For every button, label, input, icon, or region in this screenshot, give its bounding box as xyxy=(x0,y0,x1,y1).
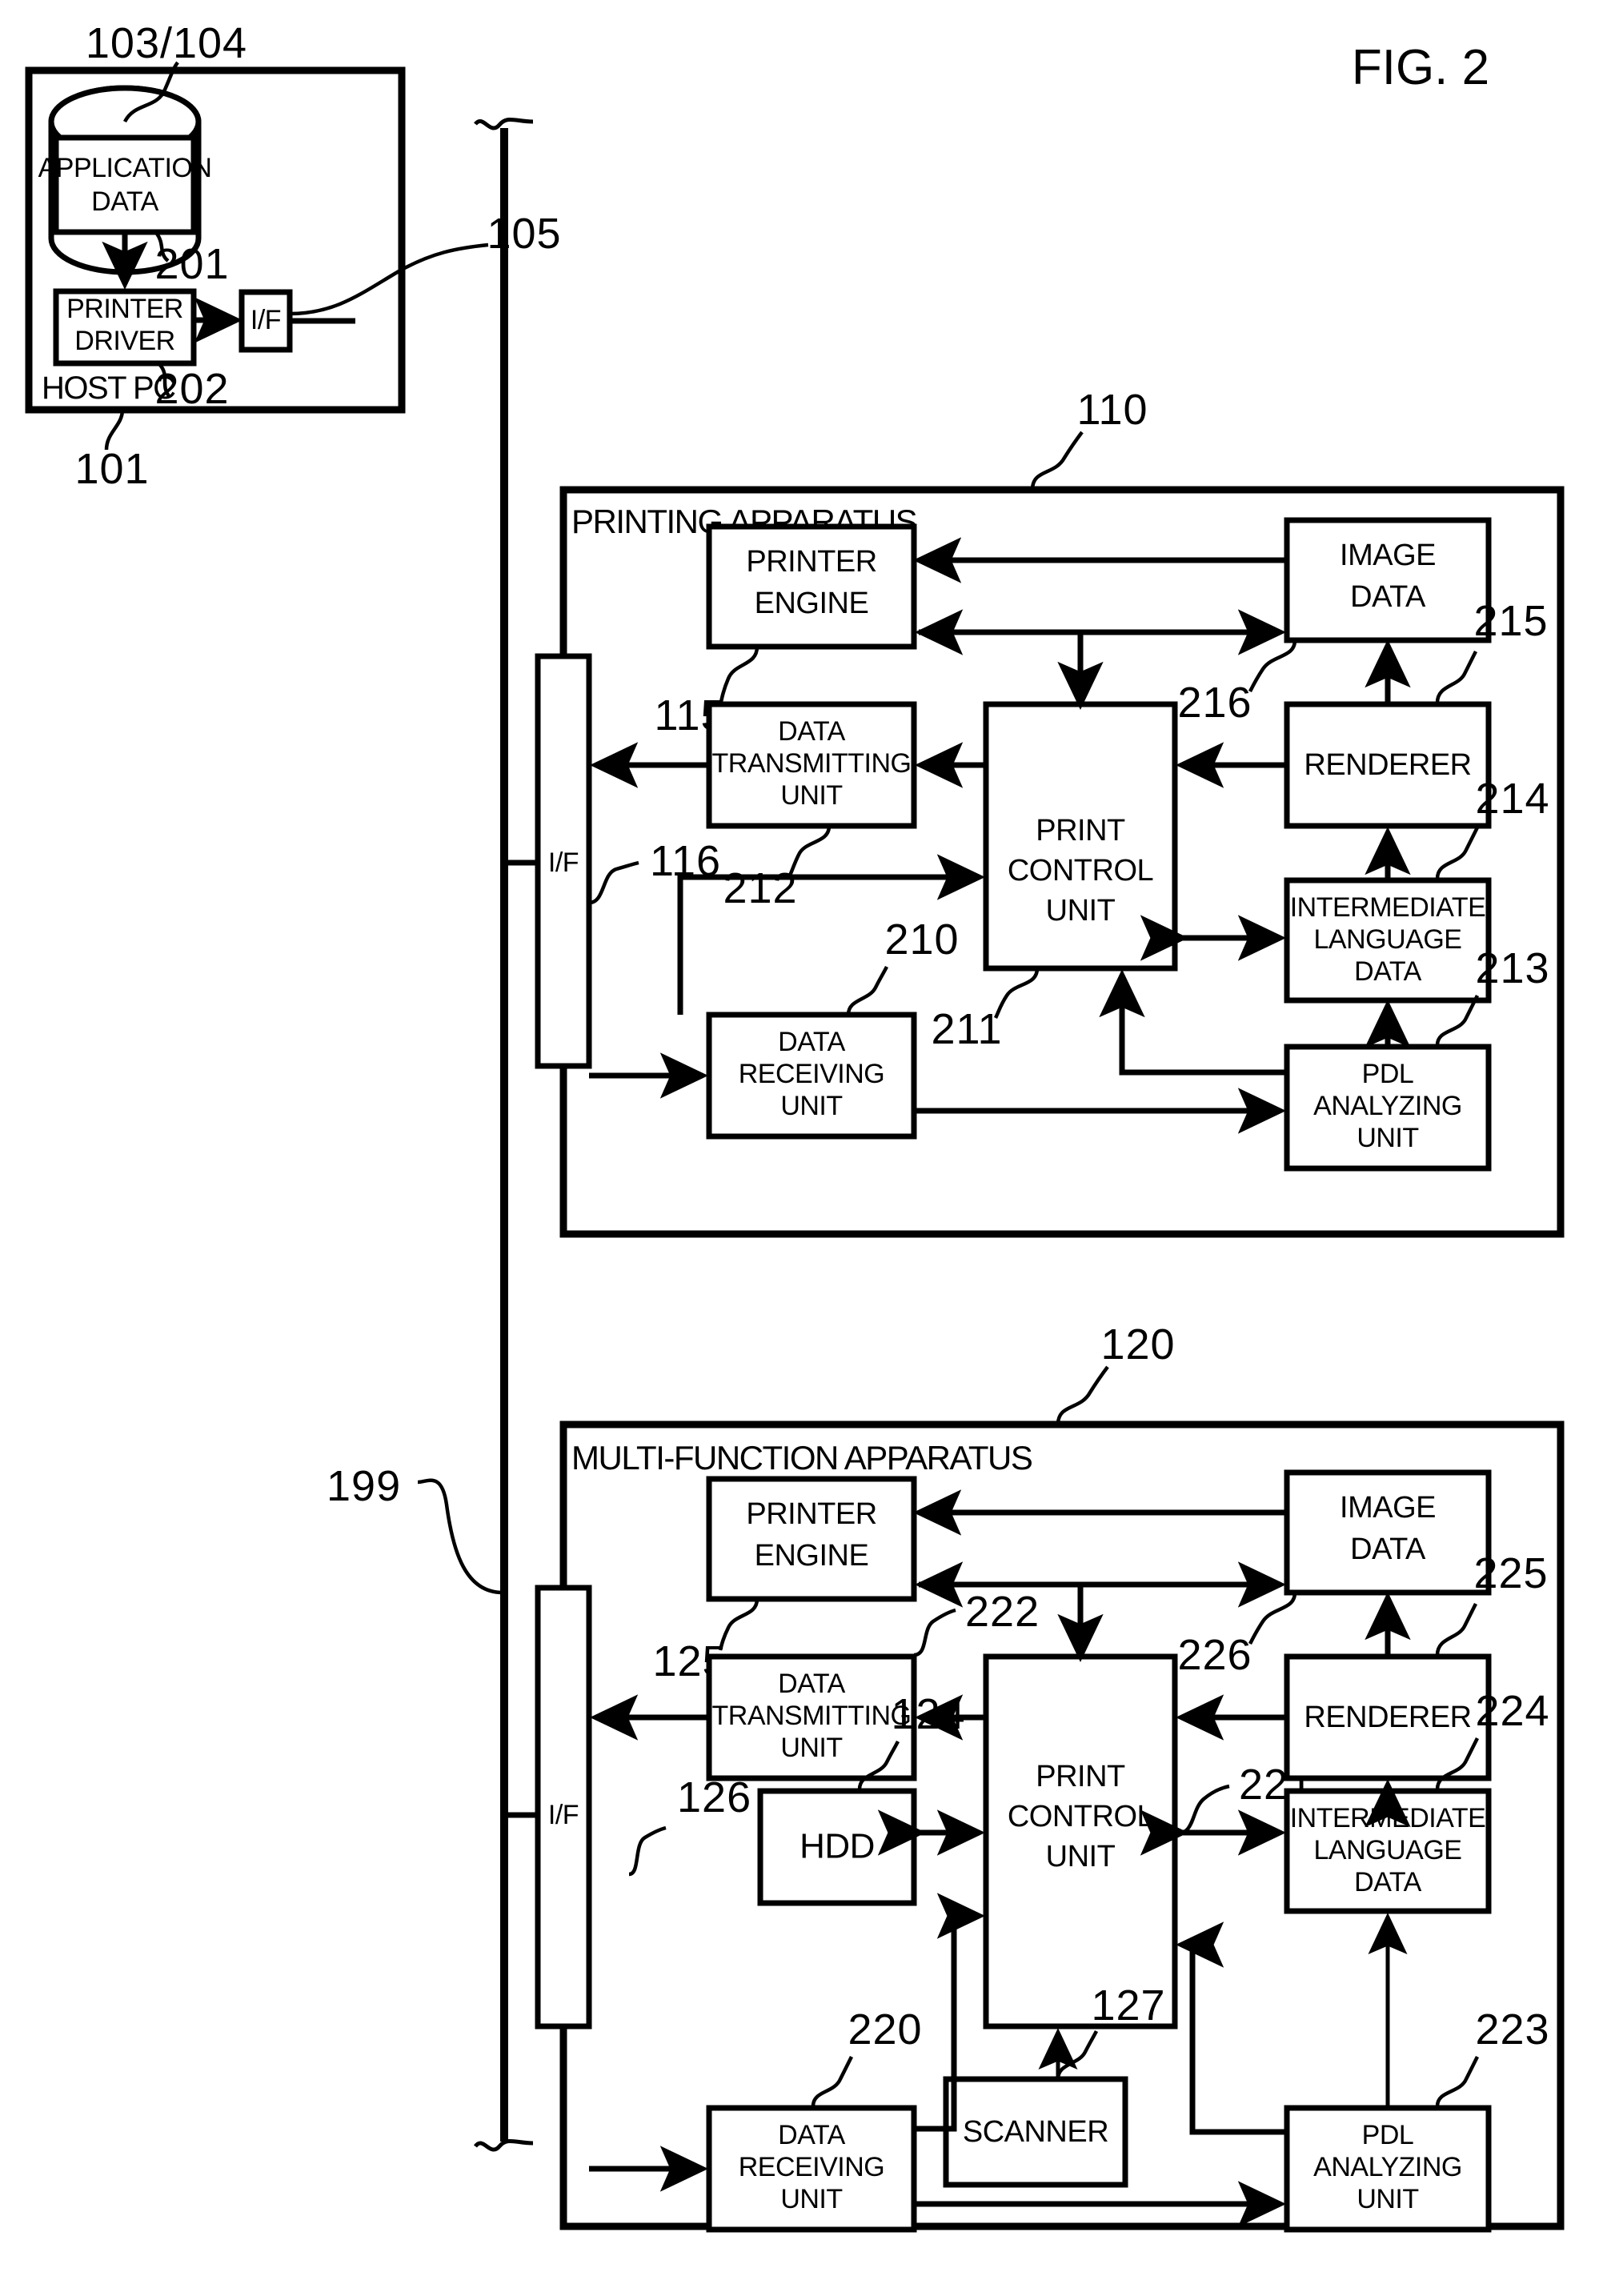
printing-ild-label-line3: DATA xyxy=(1354,956,1421,987)
application-data-ref: 201 xyxy=(154,240,229,288)
printing-data-receiving-unit-label-line3: UNIT xyxy=(780,1091,842,1121)
printing-printer-engine-label-line2: ENGINE xyxy=(755,587,869,620)
printing-data-transmitting-unit-ref: 212 xyxy=(723,864,797,912)
mfp-interface-label: I/F xyxy=(548,1800,579,1830)
mfp-data-transmitting-unit-ref: 222 xyxy=(965,1588,1040,1636)
printing-ild-label-line1: INTERMEDIATE xyxy=(1290,892,1486,923)
mfp-scanner-ref: 127 xyxy=(1091,1981,1165,2030)
printing-renderer-label: RENDERER xyxy=(1304,748,1471,782)
printing-data-receiving-unit-ref: 210 xyxy=(884,916,959,964)
mfp-image-data-label-line2: DATA xyxy=(1350,1533,1426,1566)
printing-apparatus-interface-label: I/F xyxy=(548,847,579,878)
mfp-renderer-ref-leader xyxy=(1435,1602,1478,1656)
printing-apparatus-interface-ref-leader xyxy=(588,860,639,905)
flow-mfp-pdl-to-pcu xyxy=(1175,1921,1287,2135)
printing-ild-ref-leader xyxy=(1435,826,1480,880)
mfp-interface-ref-leader xyxy=(628,1825,667,1877)
bus-break-bottom xyxy=(473,2138,534,2152)
printing-apparatus-ref-leader xyxy=(1030,431,1084,491)
application-data-label-line2: DATA xyxy=(91,186,158,217)
printing-pdl-label-line2: ANALYZING xyxy=(1313,1091,1462,1121)
mfp-print-control-unit-label-line2: CONTROL xyxy=(1008,1800,1153,1833)
mfp-data-receiving-unit-ref-leader xyxy=(811,2055,854,2107)
printer-driver-label-line1: PRINTER xyxy=(66,294,183,324)
printing-printer-engine-label-line1: PRINTER xyxy=(746,545,876,579)
printing-ild-ref: 214 xyxy=(1475,775,1549,823)
mfp-image-data-label-line1: IMAGE xyxy=(1340,1491,1436,1525)
mfp-renderer-label: RENDERER xyxy=(1304,1701,1471,1734)
mfp-data-receiving-unit-ref: 220 xyxy=(848,2005,922,2054)
printing-image-data-label-line1: IMAGE xyxy=(1340,539,1436,572)
host-interface-ref: 105 xyxy=(487,210,561,258)
printing-data-receiving-unit-label-line2: RECEIVING xyxy=(739,1059,885,1089)
printing-renderer-ref: 215 xyxy=(1473,597,1548,645)
mfp-renderer-ref: 225 xyxy=(1473,1549,1548,1597)
mfp-scanner-label: SCANNER xyxy=(963,2115,1108,2149)
mfp-printer-engine-label-line1: PRINTER xyxy=(746,1497,876,1531)
host-pc-ref: 101 xyxy=(74,445,149,493)
patent-figure-2: FIG. 2 HOST PC 101 103/104 APPLICATION D… xyxy=(25,19,1565,2233)
application-data-box xyxy=(53,134,197,235)
mfp-ref-leader xyxy=(1056,1365,1109,1425)
mfp-pdl-label-line3: UNIT xyxy=(1357,2184,1418,2214)
mfp-ild-label-line3: DATA xyxy=(1354,1867,1421,1897)
mfp-ild-label-line2: LANGUAGE xyxy=(1314,1835,1462,1865)
mfp-data-transmitting-unit-ref-leader xyxy=(913,1608,956,1657)
mfp-image-data-ref-leader xyxy=(1248,1592,1297,1645)
mfp-ild-label-line1: INTERMEDIATE xyxy=(1290,1803,1486,1833)
mfp-print-control-unit-ref-leader xyxy=(1174,1784,1230,1837)
printing-data-receiving-unit-label-line1: DATA xyxy=(778,1027,845,1057)
printing-data-transmitting-unit-label-line1: DATA xyxy=(778,716,845,747)
printing-data-transmitting-unit-label-line2: TRANSMITTING xyxy=(712,748,912,779)
printing-image-data-ref: 216 xyxy=(1177,679,1252,727)
mfp-pdl-label-line2: ANALYZING xyxy=(1313,2152,1462,2182)
printing-pdl-ref: 213 xyxy=(1475,944,1549,992)
mfp-ild-ref: 224 xyxy=(1475,1687,1549,1735)
mfp-pdl-label-line1: PDL xyxy=(1362,2120,1414,2150)
printing-print-control-unit-label-line1: PRINT xyxy=(1036,814,1125,847)
figure-title: FIG. 2 xyxy=(1352,40,1489,95)
bus-break-top xyxy=(474,117,534,130)
mfp-scanner-ref-leader xyxy=(1056,2030,1099,2080)
mfp-pdl-ref: 223 xyxy=(1475,2005,1549,2054)
printing-image-data-label-line2: DATA xyxy=(1350,580,1426,614)
network-bus-ref: 199 xyxy=(327,1462,401,1510)
printer-driver-label-line2: DRIVER xyxy=(74,326,174,356)
mfp-data-transmitting-unit-label-line3: UNIT xyxy=(780,1733,842,1763)
network-bus-ref-leader xyxy=(417,1478,503,1595)
printer-driver-ref: 202 xyxy=(154,365,229,413)
printing-pdl-label-line1: PDL xyxy=(1362,1059,1414,1089)
printing-ild-label-line2: LANGUAGE xyxy=(1314,924,1462,955)
printing-print-control-unit-ref: 211 xyxy=(931,1005,1002,1053)
host-pc-ref-leader xyxy=(104,409,125,451)
mfp-pdl-ref-leader xyxy=(1435,2055,1480,2107)
host-interface-label: I/F xyxy=(250,305,281,335)
printing-data-transmitting-unit-label-line3: UNIT xyxy=(780,780,842,811)
mfp-ref: 120 xyxy=(1100,1320,1175,1368)
printing-printer-engine-ref-leader xyxy=(718,646,759,707)
printing-image-data-ref-leader xyxy=(1248,639,1297,693)
mfp-hdd-ref: 124 xyxy=(891,1690,965,1738)
flow-printing-pdl-to-pcu xyxy=(1099,968,1287,1076)
mfp-data-transmitting-unit-label-line2: TRANSMITTING xyxy=(712,1701,912,1731)
printing-print-control-unit-label-line3: UNIT xyxy=(1046,894,1116,928)
mfp-data-receiving-unit-label-line1: DATA xyxy=(778,2120,845,2150)
storage-ref: 103/104 xyxy=(86,19,247,67)
printing-print-control-unit-label-line2: CONTROL xyxy=(1008,854,1153,888)
printing-data-receiving-unit-ref-leader xyxy=(846,965,889,1016)
printing-renderer-ref-leader xyxy=(1435,650,1478,703)
mfp-printer-engine-label-line2: ENGINE xyxy=(755,1539,869,1573)
mfp-hdd-label: HDD xyxy=(799,1827,875,1866)
mfp-data-receiving-unit-label-line3: UNIT xyxy=(780,2184,842,2214)
host-interface-ref-leader xyxy=(289,242,489,316)
application-data-label-line1: APPLICATION xyxy=(38,153,212,183)
mfp-data-receiving-unit-label-line2: RECEIVING xyxy=(739,2152,885,2182)
mfp-image-data-ref: 226 xyxy=(1177,1631,1252,1679)
mfp-title: MULTI-FUNCTION APPARATUS xyxy=(571,1439,1032,1477)
printing-apparatus-ref: 110 xyxy=(1076,386,1148,434)
mfp-data-transmitting-unit-label-line1: DATA xyxy=(778,1669,845,1699)
mfp-print-control-unit-label-line3: UNIT xyxy=(1046,1840,1116,1873)
mfp-print-control-unit-label-line1: PRINT xyxy=(1036,1760,1125,1793)
printing-pdl-label-line3: UNIT xyxy=(1357,1123,1418,1153)
